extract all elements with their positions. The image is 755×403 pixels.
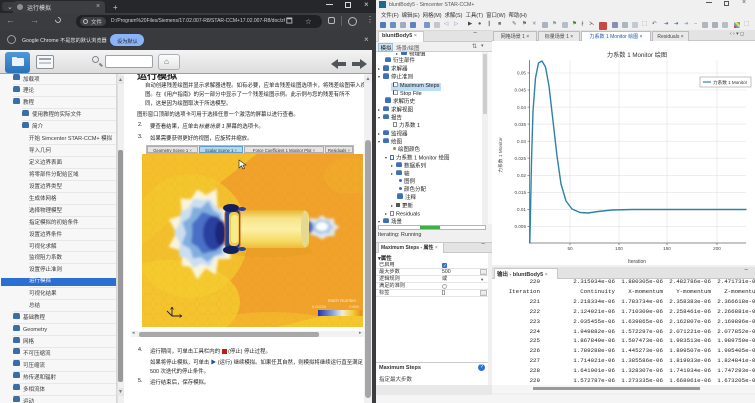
svg-text:0.669: 0.669 [349,305,359,309]
svg-text:100: 100 [615,246,623,251]
svg-text:0.04: 0.04 [517,105,526,110]
svg-text:0.005: 0.005 [515,224,527,229]
svg-text:0.00234: 0.00234 [312,305,326,309]
svg-text:0.035: 0.035 [515,122,527,127]
svg-text:0.05: 0.05 [517,71,526,76]
svg-text:0.01: 0.01 [517,207,526,212]
svg-text:0.025: 0.025 [515,156,527,161]
svg-text:0.02: 0.02 [517,173,526,178]
svg-text:力系数 1 Monitor 绘图: 力系数 1 Monitor 绘图 [607,51,667,59]
svg-text:力系数 1 Monitor: 力系数 1 Monitor [497,137,504,173]
svg-text:200: 200 [713,246,721,251]
svg-text:0.045: 0.045 [515,88,527,93]
svg-text:力系数 1 Monitor: 力系数 1 Monitor [713,79,748,86]
svg-text:50: 50 [567,246,573,251]
svg-text:Mach Number: Mach Number [328,298,357,303]
svg-text:150: 150 [663,246,671,251]
svg-text:0.015: 0.015 [515,190,527,195]
svg-text:0.03: 0.03 [517,139,526,144]
